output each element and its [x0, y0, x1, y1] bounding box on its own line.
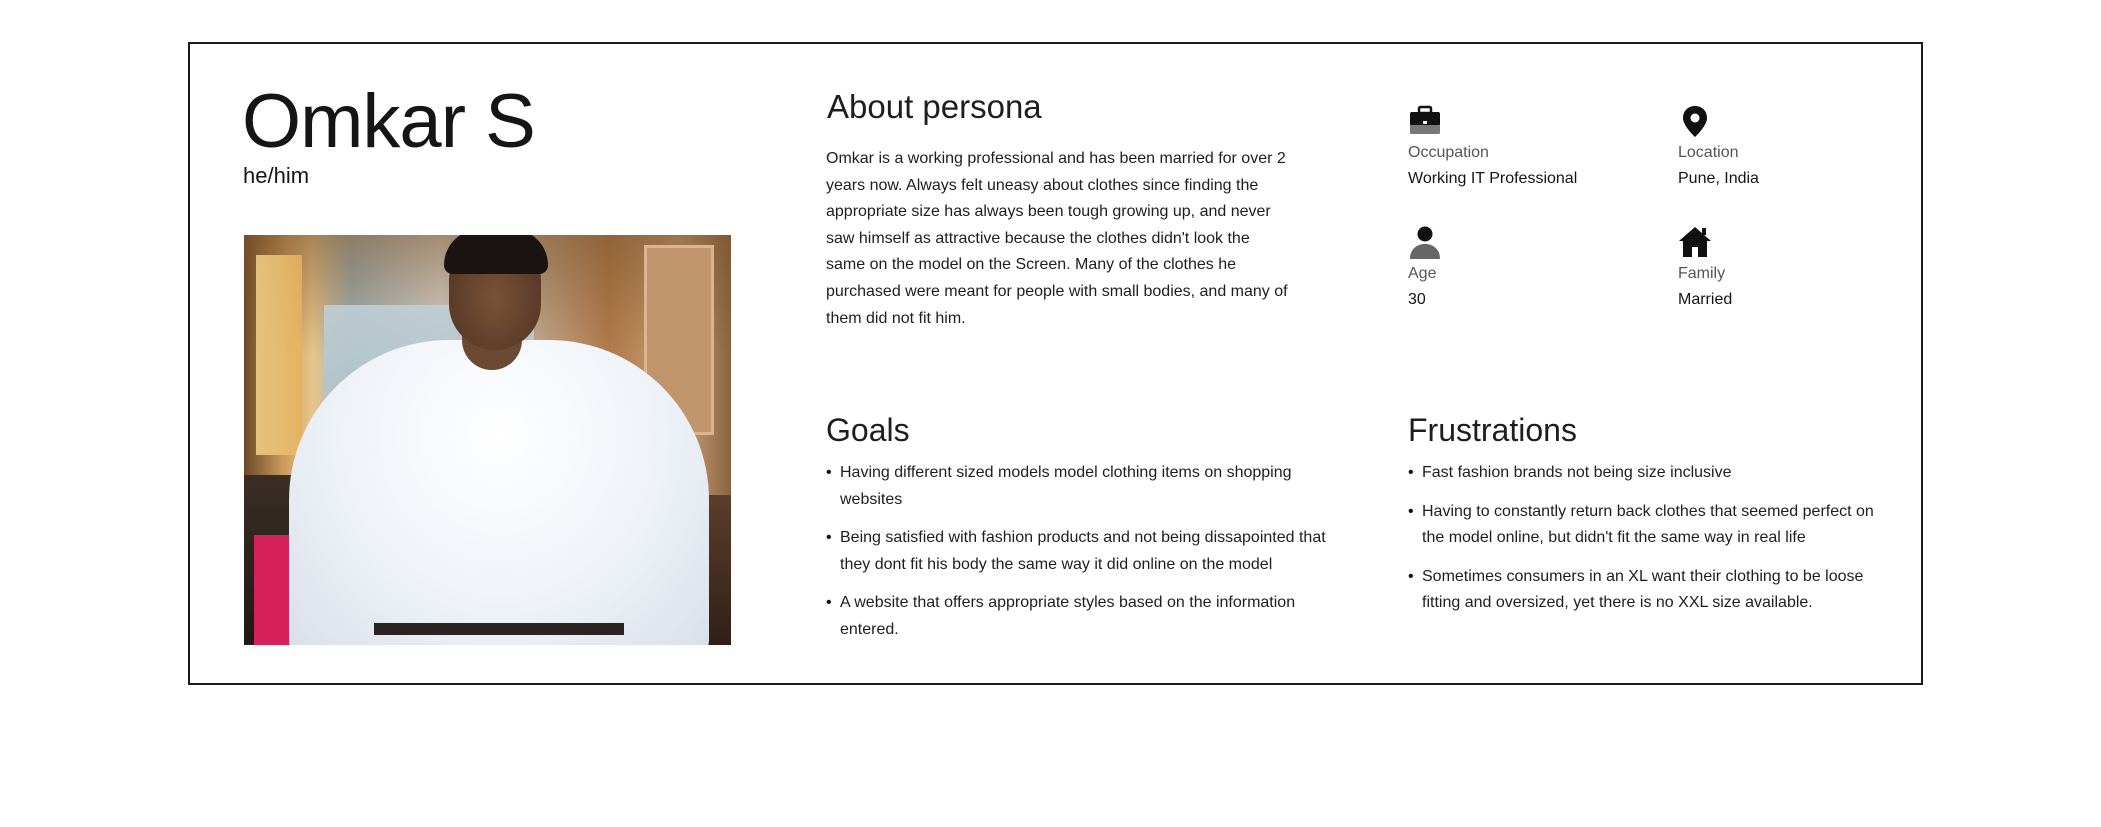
- occupation-label: Occupation: [1408, 144, 1489, 161]
- occupation-value: Working IT Professional: [1408, 170, 1578, 187]
- persona-name: Omkar S: [242, 79, 536, 164]
- goal-item: Having different sized models model clot…: [826, 460, 1326, 513]
- persona-card: Omkar S he/him About persona Omkar is a …: [188, 42, 1923, 685]
- home-icon: [1679, 227, 1711, 257]
- person-icon: [1410, 226, 1440, 259]
- family-value: Married: [1678, 291, 1733, 308]
- age-value: 30: [1408, 291, 1426, 308]
- age-detail: Age 30: [1408, 225, 1648, 309]
- family-label: Family: [1678, 265, 1726, 282]
- frustrations-heading: Frustrations: [1408, 412, 1577, 448]
- persona-pronouns: he/him: [243, 163, 310, 188]
- persona-photo: [244, 235, 731, 645]
- location-detail: Location Pune, India: [1678, 104, 1918, 188]
- goals-list: Having different sized models model clot…: [826, 460, 1326, 656]
- family-detail: Family Married: [1678, 225, 1918, 309]
- frustrations-list: Fast fashion brands not being size inclu…: [1408, 460, 1878, 629]
- about-persona-text: Omkar is a working professional and has …: [826, 150, 1288, 327]
- goal-item: Being satisfied with fashion products an…: [826, 525, 1326, 578]
- goals-heading: Goals: [826, 412, 910, 448]
- age-label: Age: [1408, 265, 1437, 282]
- frustration-item: Fast fashion brands not being size inclu…: [1408, 460, 1878, 487]
- frustration-item: Sometimes consumers in an XL want their …: [1408, 564, 1878, 617]
- occupation-detail: Occupation Working IT Professional: [1408, 104, 1648, 188]
- briefcase-icon: [1410, 105, 1440, 134]
- location-label: Location: [1678, 144, 1739, 161]
- goal-item: A website that offers appropriate styles…: [826, 590, 1326, 643]
- about-persona-heading: About persona: [827, 88, 1042, 125]
- location-pin-icon: [1683, 106, 1707, 137]
- location-value: Pune, India: [1678, 170, 1759, 187]
- frustration-item: Having to constantly return back clothes…: [1408, 499, 1878, 552]
